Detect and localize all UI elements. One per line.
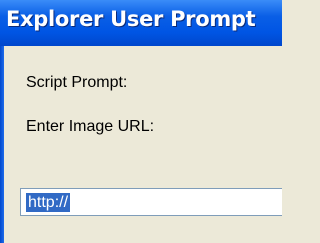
script-prompt-label: Script Prompt:	[26, 74, 128, 91]
url-input-value: http://	[26, 193, 71, 212]
url-input[interactable]: http://	[20, 188, 282, 216]
title-bar[interactable]: Explorer User Prompt	[0, 0, 282, 46]
window-title: Explorer User Prompt	[6, 7, 256, 31]
prompt-message: Enter Image URL:	[26, 118, 155, 135]
